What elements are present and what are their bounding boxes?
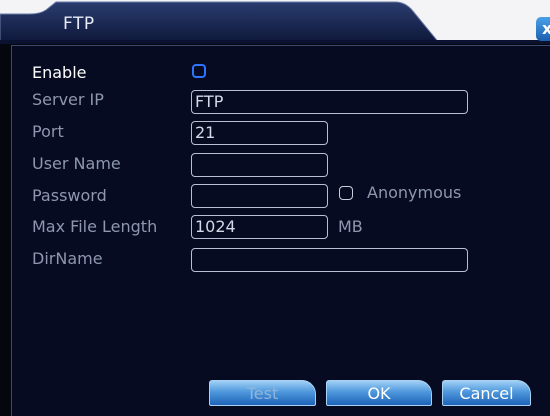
enable-checkbox[interactable] <box>192 64 206 78</box>
user-name-input[interactable] <box>191 153 328 177</box>
max-file-length-input[interactable] <box>191 215 328 239</box>
test-button[interactable]: Test <box>209 380 316 406</box>
dialog-title: FTP <box>63 14 95 34</box>
port-label: Port <box>32 122 64 141</box>
user-name-label: User Name <box>32 154 121 173</box>
max-file-length-label: Max File Length <box>32 217 158 236</box>
ftp-settings-panel: Enable Server IP Port User Name Password… <box>11 45 550 416</box>
dir-name-label: DirName <box>32 249 103 268</box>
title-bar: FTP x <box>0 0 550 44</box>
password-label: Password <box>32 186 107 205</box>
anonymous-label: Anonymous <box>367 183 462 202</box>
max-file-length-unit: MB <box>338 217 363 236</box>
cancel-button[interactable]: Cancel <box>442 380 531 406</box>
close-button[interactable]: x <box>536 17 550 41</box>
port-input[interactable] <box>191 121 328 145</box>
server-ip-label: Server IP <box>32 90 104 109</box>
password-input[interactable] <box>191 184 328 208</box>
ftp-dialog: FTP x Enable Server IP Port User Name Pa… <box>0 0 550 416</box>
server-ip-input[interactable] <box>191 90 468 114</box>
ok-button[interactable]: OK <box>326 380 432 406</box>
enable-label: Enable <box>32 63 87 82</box>
dir-name-input[interactable] <box>191 248 468 272</box>
anonymous-checkbox[interactable] <box>339 186 353 200</box>
